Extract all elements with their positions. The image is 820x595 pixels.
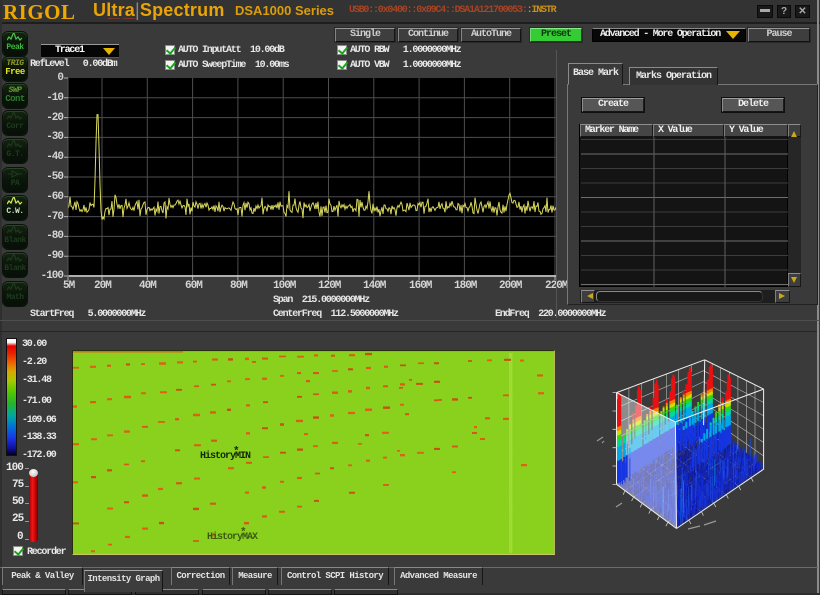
svg-text:HistoryMIN: HistoryMIN [200,450,251,462]
svg-text:*: * [233,446,240,458]
svg-text:HistoryMAX: HistoryMAX [207,531,258,543]
svg-text:*: * [240,527,247,539]
